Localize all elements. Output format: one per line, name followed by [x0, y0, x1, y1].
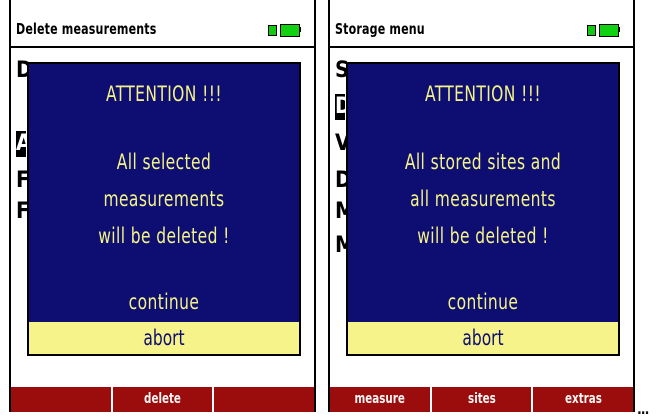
battery-icon: [268, 24, 301, 37]
screen-title: Delete measurements: [16, 20, 157, 38]
screen-title: Storage menu: [335, 20, 425, 38]
dialog-message-line: All selected: [116, 150, 212, 174]
softkey-extras[interactable]: extras: [533, 387, 633, 412]
softkey-delete[interactable]: delete: [113, 387, 215, 412]
device-screen-delete-measurements: Delete measurements D A F F ATTENTION !!…: [9, 0, 316, 412]
continue-option[interactable]: continue: [372, 290, 593, 314]
attention-dialog: ATTENTION !!! All stored sites and all m…: [346, 62, 620, 356]
abort-option-label: abort: [143, 326, 185, 350]
title-bar: Storage menu: [330, 14, 633, 48]
dialog-heading: ATTENTION !!!: [106, 82, 222, 106]
abort-option[interactable]: abort: [29, 322, 299, 354]
softkey-left[interactable]: [11, 387, 113, 412]
softkey-bar: delete: [11, 387, 314, 412]
continuation-ellipsis: ...: [637, 402, 649, 418]
softkey-bar: measure sites extras: [330, 387, 633, 412]
attention-dialog: ATTENTION !!! All selected measurements …: [27, 62, 301, 356]
softkey-measure[interactable]: measure: [330, 387, 432, 412]
dialog-heading: ATTENTION !!!: [425, 82, 541, 106]
title-bar: Delete measurements: [11, 14, 314, 48]
dialog-message-line: will be deleted !: [98, 224, 230, 248]
abort-option-label: abort: [462, 326, 504, 350]
abort-option[interactable]: abort: [348, 322, 618, 354]
device-screen-storage-menu: Storage menu S D V D M M ATTENTION !!! A…: [328, 0, 635, 412]
dialog-message-line: measurements: [103, 187, 225, 211]
dialog-message-line: All stored sites and: [404, 150, 562, 174]
dialog-message-line: all measurements: [410, 187, 556, 211]
softkey-sites[interactable]: sites: [432, 387, 534, 412]
dialog-message-line: will be deleted !: [417, 224, 549, 248]
continue-option[interactable]: continue: [53, 290, 274, 314]
battery-icon: [587, 24, 620, 37]
softkey-right[interactable]: [214, 387, 314, 412]
